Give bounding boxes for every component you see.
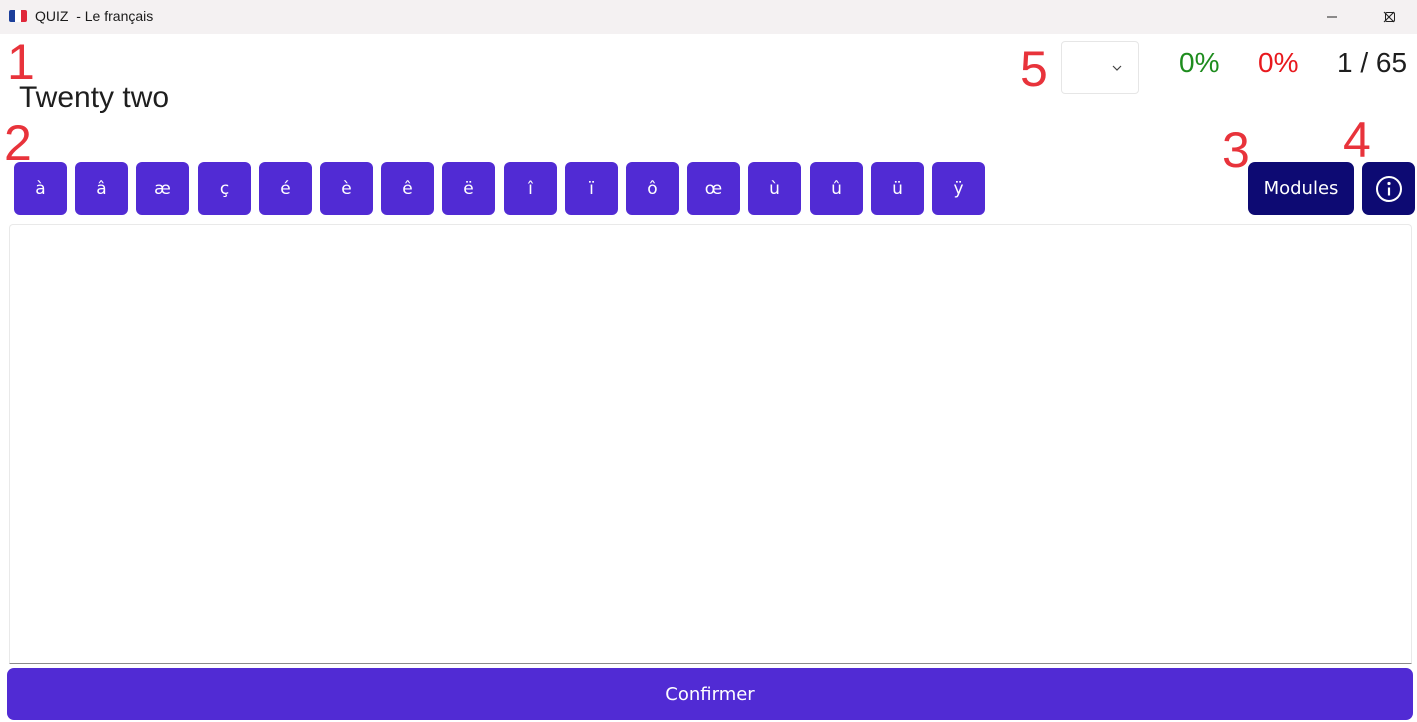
accent-button[interactable]: û: [810, 162, 863, 215]
info-icon: [1375, 175, 1402, 202]
accent-button[interactable]: ï: [565, 162, 618, 215]
annotation-4: 4: [1343, 112, 1371, 168]
accent-button[interactable]: â: [75, 162, 128, 215]
french-flag-icon: [9, 10, 27, 22]
wrong-percentage: 0%: [1258, 47, 1299, 78]
accent-button[interactable]: œ: [687, 162, 740, 215]
accent-button[interactable]: ê: [381, 162, 434, 215]
window-title: QUIZ - Le français: [35, 8, 154, 24]
accent-button[interactable]: à: [14, 162, 67, 215]
title-bar: QUIZ - Le français: [0, 0, 1417, 34]
minimize-button[interactable]: [1303, 0, 1361, 34]
question-text: Twenty two: [19, 81, 170, 114]
close-icon: [1383, 11, 1395, 23]
question-counter: 1 / 65: [1337, 47, 1408, 78]
accent-button[interactable]: æ: [136, 162, 189, 215]
answer-input[interactable]: [9, 224, 1412, 664]
annotation-5: 5: [1020, 41, 1048, 97]
annotation-3: 3: [1222, 122, 1250, 178]
modules-button[interactable]: Modules: [1248, 162, 1354, 215]
correct-percentage: 0%: [1179, 47, 1220, 78]
close-button[interactable]: [1360, 0, 1417, 34]
accent-button[interactable]: ü: [871, 162, 924, 215]
minimize-icon: [1327, 16, 1337, 18]
annotation-2: 2: [4, 115, 32, 171]
module-picker[interactable]: [1061, 41, 1139, 94]
accent-button[interactable]: ÿ: [932, 162, 985, 215]
info-button[interactable]: [1362, 162, 1415, 215]
chevron-down-icon: [1112, 65, 1122, 71]
annotation-1: 1: [7, 34, 35, 90]
accent-button[interactable]: é: [259, 162, 312, 215]
accent-button[interactable]: ù: [748, 162, 801, 215]
confirm-button[interactable]: Confirmer: [7, 668, 1413, 720]
accent-button[interactable]: è: [320, 162, 373, 215]
accent-button[interactable]: ô: [626, 162, 679, 215]
accent-button[interactable]: î: [504, 162, 557, 215]
accent-button[interactable]: ë: [442, 162, 495, 215]
accent-button[interactable]: ç: [198, 162, 251, 215]
